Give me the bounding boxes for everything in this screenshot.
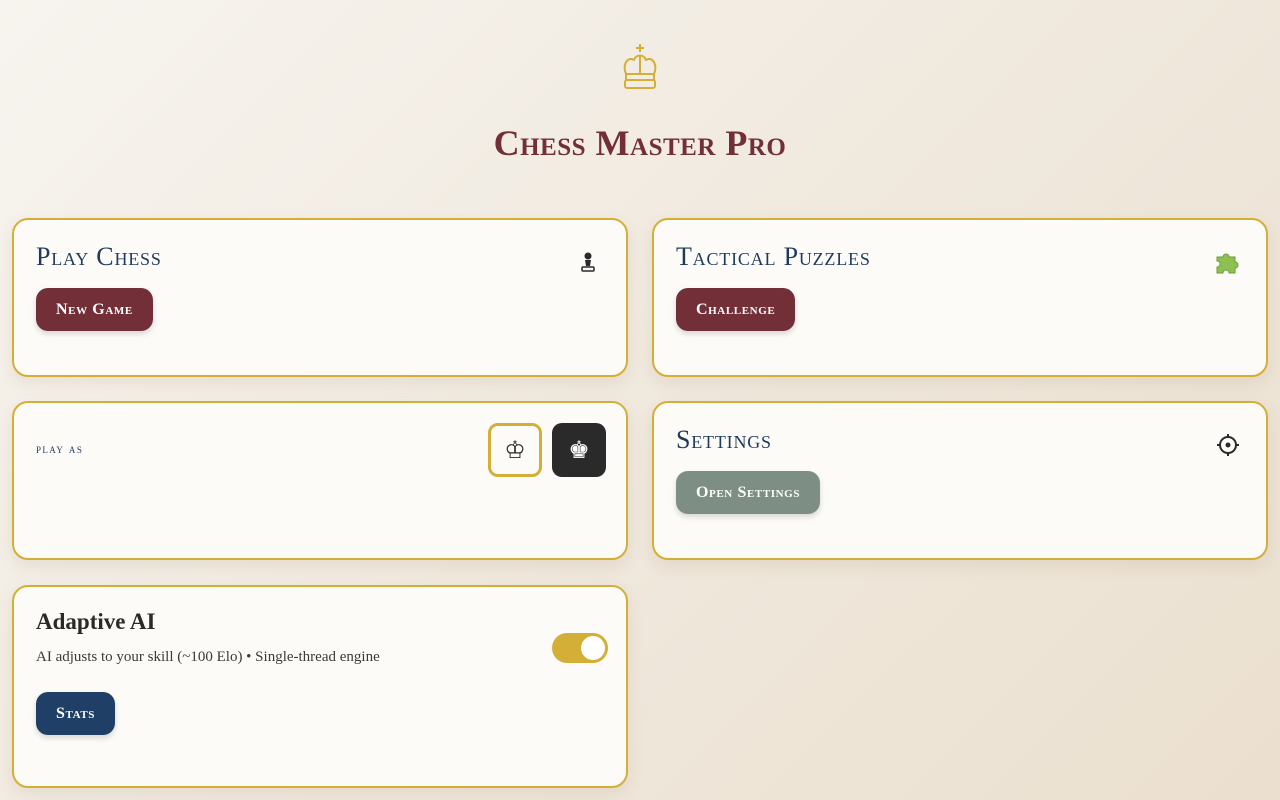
play-as-white-button[interactable]: ♔ [488, 423, 542, 477]
tactical-puzzles-card: Tactical Puzzles Challenge [652, 218, 1268, 377]
toggle-knob [581, 636, 605, 660]
play-as-black-button[interactable]: ♚ [552, 423, 606, 477]
play-chess-card: Play Chess New Game [12, 218, 628, 377]
black-king-icon: ♚ [568, 436, 590, 464]
settings-card: Settings Open Settings [652, 401, 1268, 560]
new-game-button[interactable]: New Game [36, 288, 153, 331]
open-settings-button[interactable]: Open Settings [676, 471, 821, 514]
adaptive-ai-toggle[interactable] [552, 633, 608, 663]
adaptive-ai-card: Adaptive AI AI adjusts to your skill (~1… [12, 585, 628, 788]
white-king-icon: ♔ [504, 436, 526, 464]
play-chess-title: Play Chess [36, 242, 162, 271]
puzzle-piece-icon [1212, 246, 1244, 278]
app-header: Chess Master Pro [0, 40, 1280, 164]
app-title: Chess Master Pro [493, 123, 787, 163]
pawn-icon [572, 246, 604, 278]
gear-icon [1212, 429, 1244, 461]
challenge-button[interactable]: Challenge [676, 288, 796, 331]
settings-title: Settings [676, 425, 772, 454]
adaptive-ai-title: Adaptive AI [36, 609, 156, 634]
crown-icon [618, 40, 662, 92]
tactical-puzzles-title: Tactical Puzzles [676, 242, 871, 271]
stats-button[interactable]: Stats [36, 692, 116, 735]
adaptive-ai-description: AI adjusts to your skill (~100 Elo) • Si… [36, 649, 380, 665]
play-as-label: play as [36, 441, 84, 456]
play-as-card: play as ♔ ♚ [12, 401, 628, 560]
